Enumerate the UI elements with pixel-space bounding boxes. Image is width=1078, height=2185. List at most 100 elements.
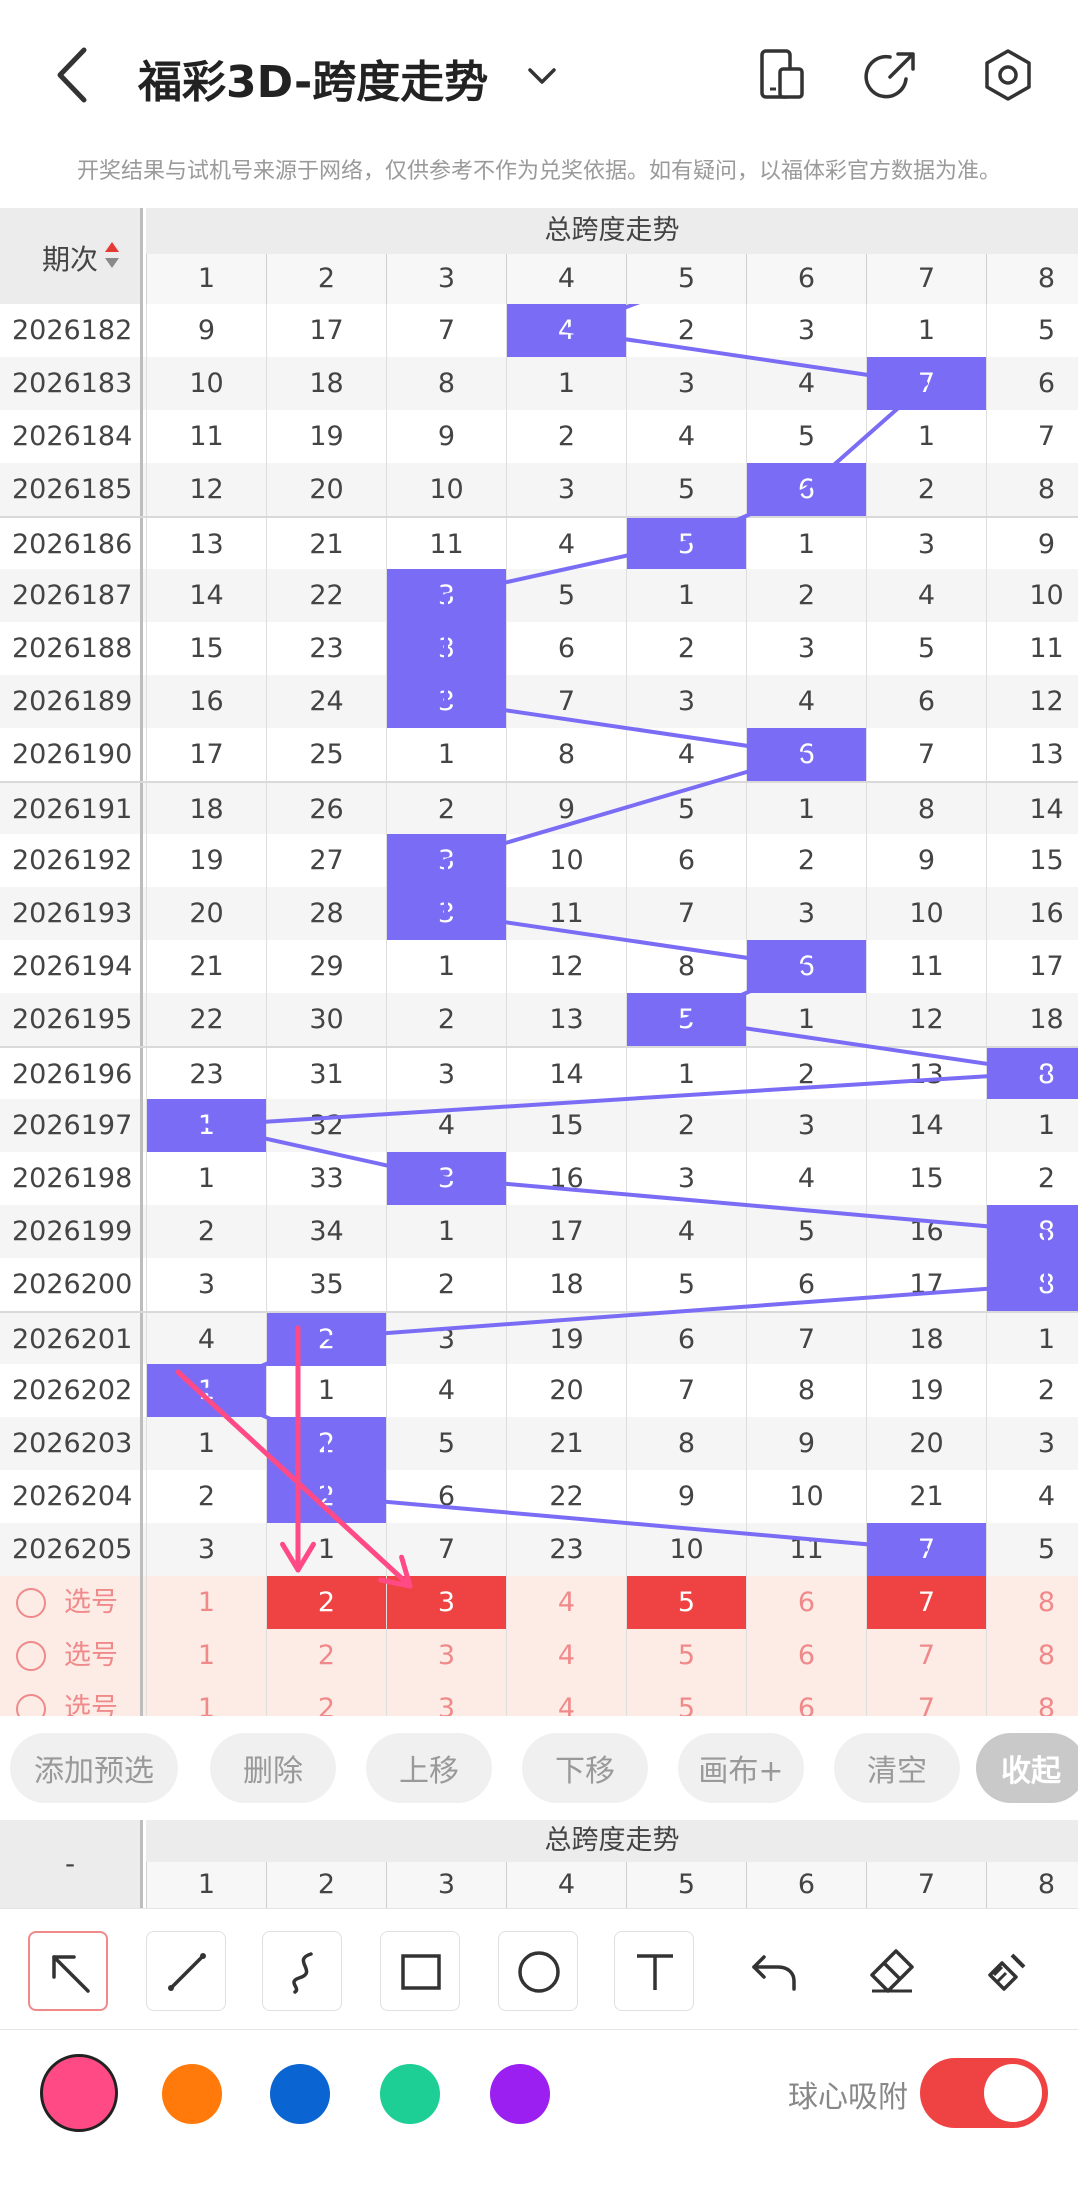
- column-header-6: 6: [746, 1862, 866, 1908]
- omission-cell: 28: [266, 887, 386, 940]
- move-down-button[interactable]: 下移: [522, 1733, 648, 1803]
- radio-circle-icon[interactable]: [16, 1694, 46, 1716]
- table-row: 2026203 1 2 5 21 8 9 20 3: [0, 1417, 1078, 1470]
- pointer-icon[interactable]: [28, 1931, 108, 2011]
- omission-cell: 2: [746, 1048, 866, 1101]
- table-row: 2026194 21 29 1 12 8 6 11 17: [0, 940, 1078, 993]
- period-cell: 2026201: [0, 1313, 143, 1366]
- pick-number-cell[interactable]: 4: [506, 1576, 626, 1629]
- omission-cell: 3: [626, 357, 746, 410]
- pick-number-cell[interactable]: 7: [866, 1682, 986, 1716]
- span-hit-cell: 4: [506, 304, 626, 357]
- omission-cell: 1: [986, 1313, 1078, 1366]
- pick-number-cell[interactable]: 7: [866, 1576, 986, 1629]
- omission-cell: 4: [386, 1099, 506, 1152]
- pick-number-cell[interactable]: 2: [266, 1629, 386, 1682]
- column-header-6: 6: [746, 254, 866, 304]
- span-hit-cell: 3: [386, 675, 506, 728]
- pick-number-cell[interactable]: 7: [866, 1629, 986, 1682]
- pick-number-cell[interactable]: 4: [506, 1629, 626, 1682]
- device-icon[interactable]: [752, 45, 812, 105]
- omission-cell: 1: [146, 1152, 266, 1205]
- pick-number-cell[interactable]: 3: [386, 1576, 506, 1629]
- snap-toggle[interactable]: [920, 2058, 1048, 2128]
- period-cell: 2026196: [0, 1048, 143, 1101]
- color-swatch-purple[interactable]: [490, 2064, 550, 2124]
- omission-cell: 12: [866, 993, 986, 1046]
- delete-button[interactable]: 删除: [210, 1733, 336, 1803]
- omission-cell: 26: [266, 783, 386, 836]
- table-row: 2026201 4 2 3 19 6 7 18 1: [0, 1311, 1078, 1366]
- share-icon[interactable]: [862, 45, 922, 105]
- omission-cell: 20: [146, 887, 266, 940]
- pick-number-cell[interactable]: 5: [626, 1629, 746, 1682]
- trend-table: 2026182 9 17 7 4 2 3 1 5 2026183 10 18 8 1 3 4 7 6 2026184…: [0, 304, 1078, 1716]
- pick-number-cell[interactable]: 6: [746, 1576, 866, 1629]
- color-swatch-orange[interactable]: [162, 2064, 222, 2124]
- eraser-icon[interactable]: [852, 1931, 932, 2011]
- table-row: 2026195 22 30 2 13 5 1 12 18: [0, 993, 1078, 1046]
- pick-number-cell[interactable]: 3: [386, 1682, 506, 1716]
- radio-circle-icon[interactable]: [16, 1641, 46, 1671]
- color-swatch-blue[interactable]: [270, 2064, 330, 2124]
- pick-number-cell[interactable]: 1: [146, 1629, 266, 1682]
- add-preselect-button[interactable]: 添加预选: [10, 1733, 178, 1803]
- text-icon[interactable]: [614, 1931, 694, 2011]
- pick-label-cell[interactable]: 选号: [0, 1576, 143, 1629]
- clear-button[interactable]: 清空: [834, 1733, 960, 1803]
- period-cell: 2026198: [0, 1152, 143, 1205]
- pick-row: 选号 1 2 3 4 5 6 7 8: [0, 1576, 1078, 1629]
- span-hit-cell: 2: [266, 1417, 386, 1470]
- snap-label: 球心吸附: [788, 2080, 908, 2115]
- pick-number-cell[interactable]: 2: [266, 1576, 386, 1629]
- color-swatch-pink[interactable]: [40, 2054, 118, 2132]
- table-row: 2026200 3 35 2 18 5 6 17 8: [0, 1258, 1078, 1311]
- pick-number-cell[interactable]: 2: [266, 1682, 386, 1716]
- settings-icon[interactable]: [978, 45, 1038, 105]
- table-row: 2026185 12 20 10 3 5 6 2 8: [0, 463, 1078, 516]
- move-up-button[interactable]: 上移: [366, 1733, 492, 1803]
- brush-clear-icon[interactable]: [968, 1931, 1048, 2011]
- pick-number-cell[interactable]: 8: [986, 1629, 1078, 1682]
- span-hit-cell: 5: [626, 518, 746, 571]
- omission-cell: 4: [386, 1364, 506, 1417]
- radio-circle-icon[interactable]: [16, 1588, 46, 1618]
- rectangle-icon[interactable]: [380, 1931, 460, 2011]
- omission-cell: 8: [626, 1417, 746, 1470]
- undo-icon[interactable]: [734, 1931, 814, 2011]
- omission-cell: 31: [266, 1048, 386, 1101]
- column-header-5: 5: [626, 254, 746, 304]
- canvas-plus-button[interactable]: 画布+: [678, 1733, 804, 1803]
- pick-number-cell[interactable]: 5: [626, 1576, 746, 1629]
- period-column-header[interactable]: 期次: [0, 208, 143, 304]
- omission-cell: 5: [746, 1205, 866, 1258]
- pick-number-cell[interactable]: 6: [746, 1629, 866, 1682]
- pick-number-cell[interactable]: 6: [746, 1682, 866, 1716]
- color-swatch-green[interactable]: [380, 2064, 440, 2124]
- pick-number-cell[interactable]: 1: [146, 1682, 266, 1716]
- pick-number-cell[interactable]: 8: [986, 1576, 1078, 1629]
- circle-icon[interactable]: [498, 1931, 578, 2011]
- pick-number-cell[interactable]: 4: [506, 1682, 626, 1716]
- back-icon[interactable]: [48, 40, 108, 110]
- pick-number-cell[interactable]: 3: [386, 1629, 506, 1682]
- curve-icon[interactable]: [262, 1931, 342, 2011]
- omission-cell: 3: [626, 675, 746, 728]
- line-icon[interactable]: [146, 1931, 226, 2011]
- collapse-button[interactable]: 收起: [976, 1733, 1078, 1803]
- chevron-down-icon[interactable]: [520, 54, 564, 98]
- sort-icon[interactable]: [104, 238, 120, 272]
- pick-label-cell[interactable]: 选号: [0, 1682, 143, 1716]
- omission-cell: 6: [866, 675, 986, 728]
- omission-cell: 1: [266, 1364, 386, 1417]
- column-header-2: 2: [266, 1862, 386, 1908]
- period-cell: 2026188: [0, 622, 143, 675]
- pick-number-cell[interactable]: 8: [986, 1682, 1078, 1716]
- omission-cell: 21: [506, 1417, 626, 1470]
- omission-cell: 3: [386, 1048, 506, 1101]
- pick-label-cell[interactable]: 选号: [0, 1629, 143, 1682]
- pick-number-cell[interactable]: 5: [626, 1682, 746, 1716]
- omission-cell: 11: [146, 410, 266, 463]
- color-palette: 球心吸附: [0, 2030, 1078, 2185]
- pick-number-cell[interactable]: 1: [146, 1576, 266, 1629]
